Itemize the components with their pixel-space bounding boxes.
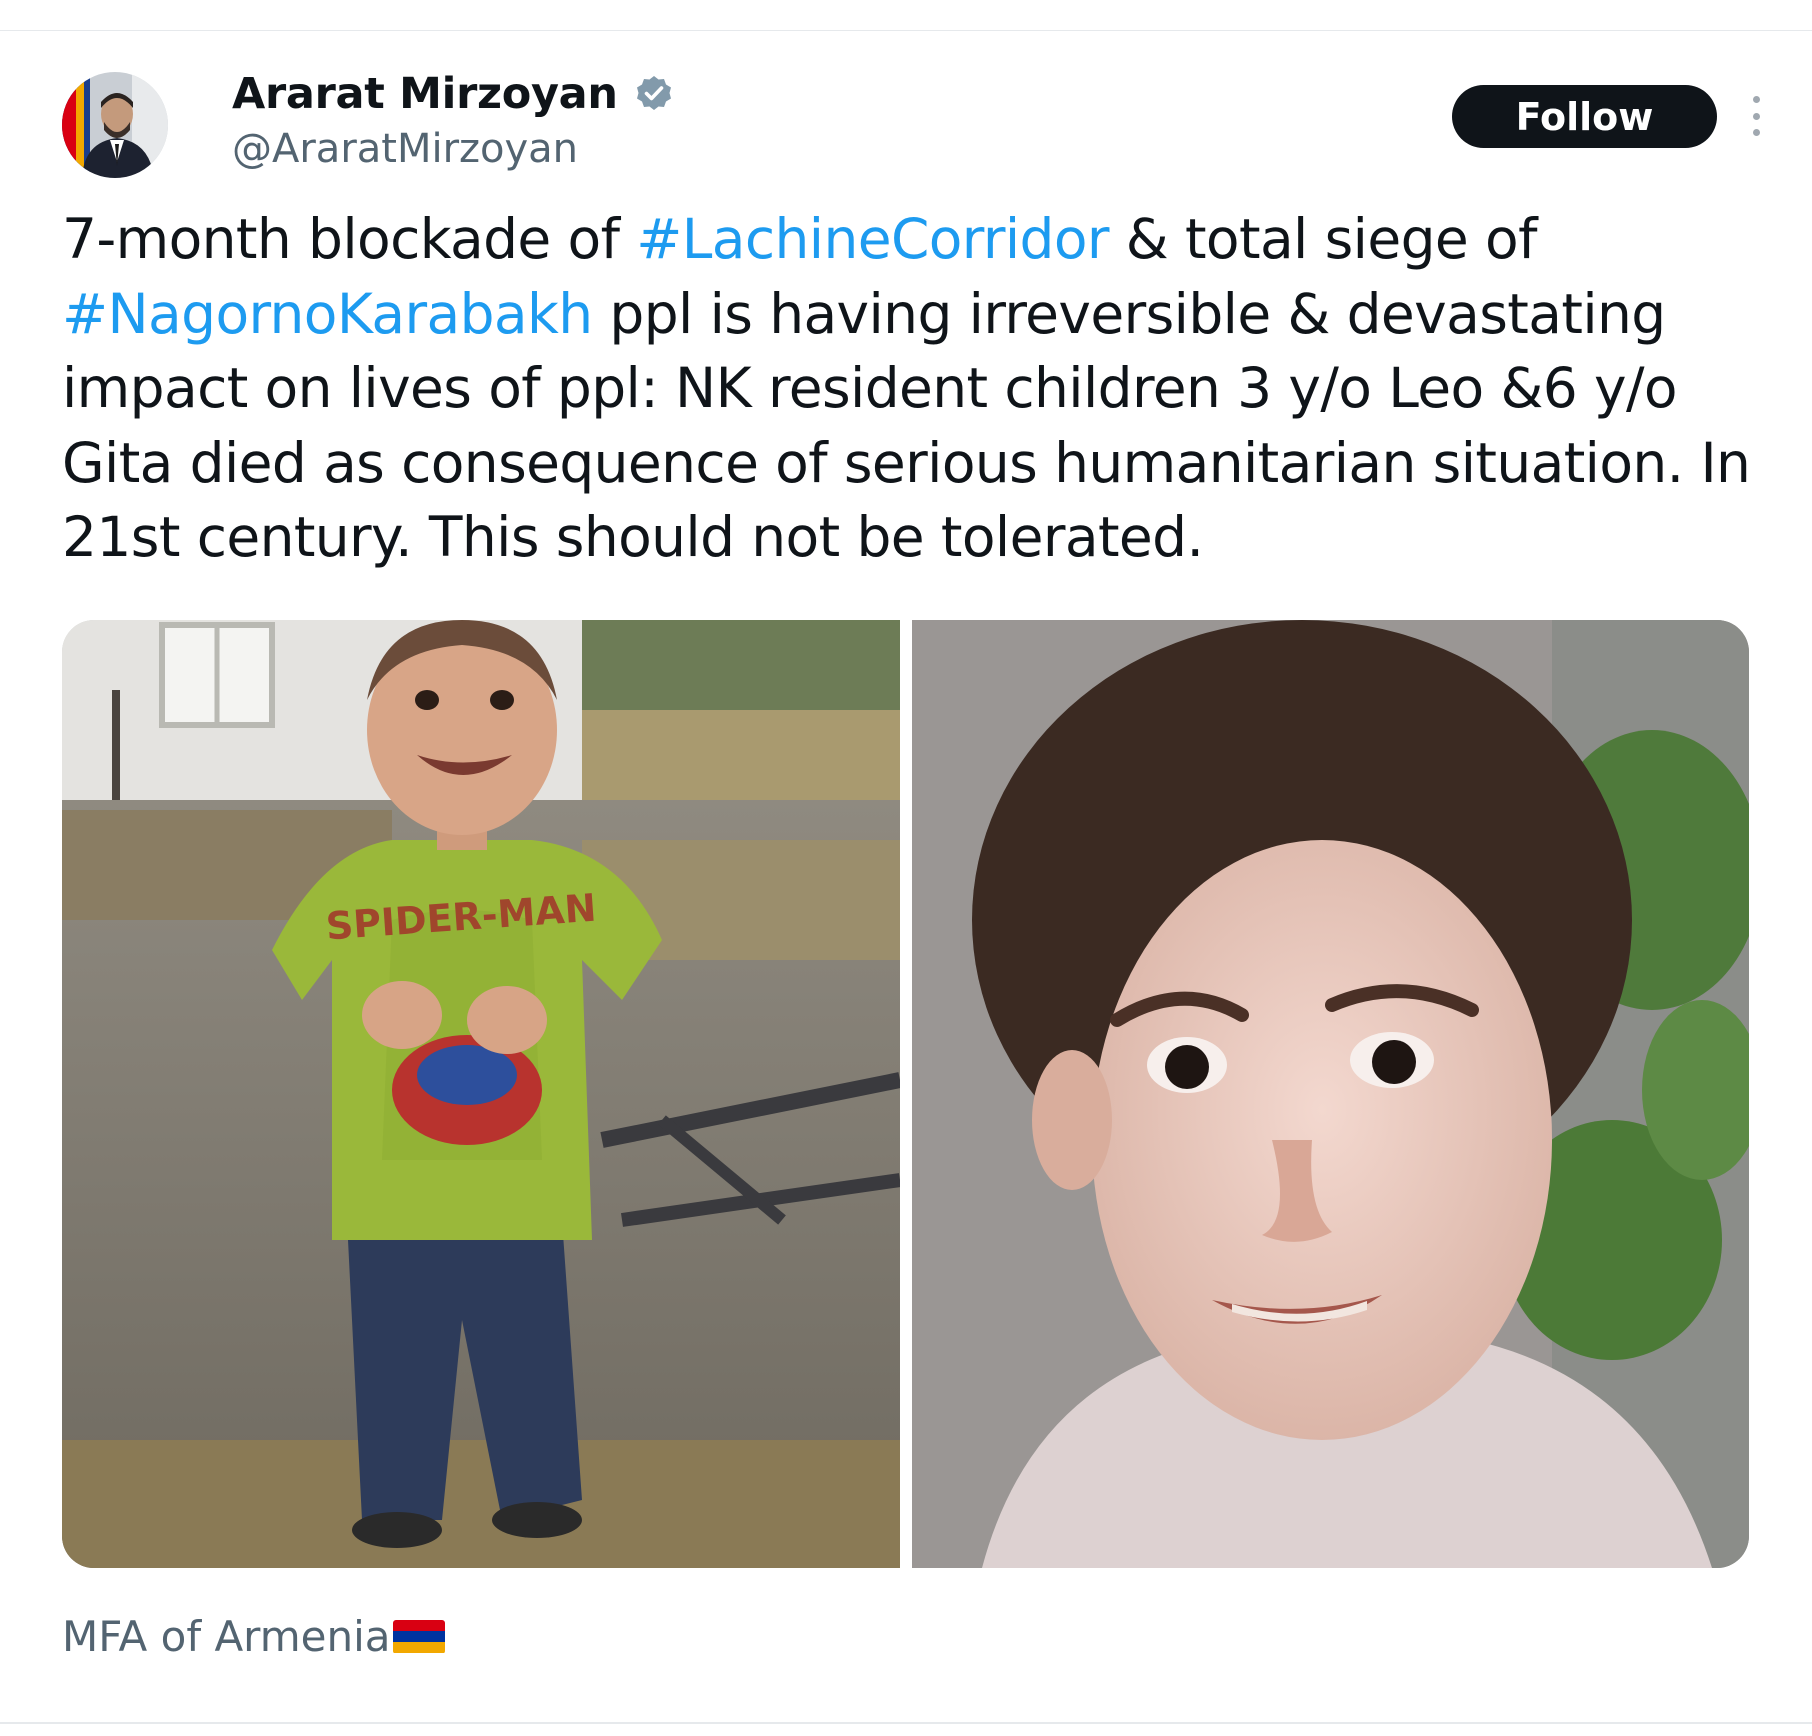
text-segment: & total siege of <box>1108 207 1538 271</box>
flag-stripe <box>392 1630 445 1643</box>
more-dot <box>1752 96 1760 103</box>
author-block: Ararat Mirzoyan @AraratMirzoyan <box>232 66 674 172</box>
tweet-card: Ararat Mirzoyan @AraratMirzoyan Follow 7… <box>0 0 1812 1736</box>
verified-badge-icon[interactable] <box>634 74 674 114</box>
hashtag-link-nagornokarabakh[interactable]: #NagornoKarabakh <box>62 282 593 346</box>
tweet-line: 21st century. This should not be tolerat… <box>62 500 1762 575</box>
tweet-line: Gita died as consequence of serious huma… <box>62 426 1762 501</box>
top-divider <box>0 30 1812 31</box>
text-segment: Gita died as consequence of serious huma… <box>62 430 1751 495</box>
more-dot <box>1752 129 1760 136</box>
author-handle[interactable]: @AraratMirzoyan <box>232 126 674 172</box>
tweet-text: 7-month blockade of #LachineCorridor & t… <box>62 202 1762 575</box>
text-segment: impact on lives of ppl: NK resident chil… <box>62 356 1678 420</box>
more-vertical-icon[interactable] <box>1748 96 1764 136</box>
photo-child-gita[interactable] <box>911 620 1749 1568</box>
more-dot <box>1752 112 1760 120</box>
hashtag-link-lachinecorridor[interactable]: #LachineCorridor <box>636 207 1109 271</box>
flag-stripe <box>392 1642 445 1654</box>
tweet-line: 7-month blockade of #LachineCorridor & t… <box>62 202 1762 277</box>
avatar[interactable] <box>62 72 168 178</box>
author-name[interactable]: Ararat Mirzoyan <box>232 69 618 119</box>
tweet-line: #NagornoKarabakh ppl is having irreversi… <box>62 277 1762 352</box>
name-row: Ararat Mirzoyan <box>232 66 674 122</box>
source-text: MFA of Armenia <box>62 1612 391 1661</box>
photo-child-leo[interactable]: SPIDER-MAN <box>62 620 900 1568</box>
text-segment: 21st century. This should not be tolerat… <box>62 505 1204 569</box>
source-label[interactable]: MFA of Armenia <box>62 1612 445 1661</box>
media-grid: SPIDER-MAN <box>62 620 1749 1568</box>
follow-button[interactable]: Follow <box>1452 85 1717 148</box>
tweet-line: impact on lives of ppl: NK resident chil… <box>62 351 1762 426</box>
bottom-divider <box>0 1722 1812 1724</box>
flag-stripe <box>392 1619 445 1631</box>
text-segment: 7-month blockade of <box>62 207 637 271</box>
avatar-image <box>62 72 168 178</box>
text-segment: ppl is having irreversible & devastating <box>592 281 1666 346</box>
armenia-flag-icon <box>392 1619 445 1654</box>
